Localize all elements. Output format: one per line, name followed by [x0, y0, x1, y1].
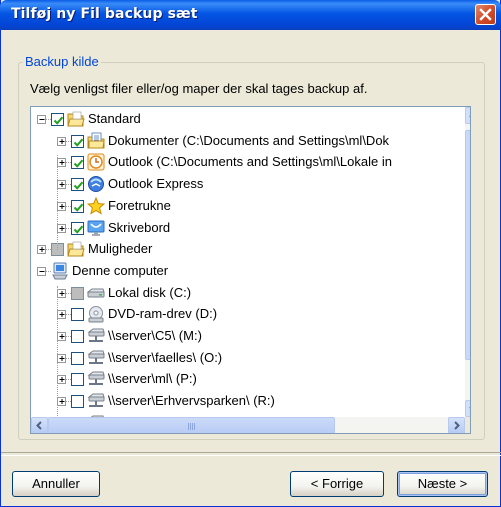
tree-node-label[interactable]: Foretrukne [108, 198, 171, 213]
scroll-corner [465, 417, 470, 433]
tree-node[interactable]: Dokumenter (C:\Documents and Settings\ml… [31, 131, 470, 151]
tree-connector [57, 286, 59, 424]
node-checkbox[interactable] [71, 156, 84, 169]
node-checkbox[interactable] [71, 222, 84, 235]
tree-node[interactable]: Muligheder [31, 239, 470, 259]
window-title: Tilføj ny Fil backup sæt [11, 6, 198, 22]
chevron-left-icon [36, 421, 42, 430]
tree-node-label[interactable]: Standard [88, 111, 141, 126]
tree-node-label[interactable]: \\server\Erhvervsparken\ (R:) [108, 393, 275, 408]
scroll-left-button[interactable] [31, 417, 48, 433]
tree-node[interactable]: Foretrukne [31, 196, 470, 216]
tree-node[interactable]: \\server\Erhvervsparken\ (R:) [31, 391, 470, 411]
back-button[interactable]: < Forrige [290, 471, 384, 497]
tree-node-label[interactable]: DVD-ram-drev (D:) [108, 306, 217, 321]
node-checkbox[interactable] [71, 287, 84, 300]
tree-node-label[interactable]: Lokal disk (C:) [108, 285, 191, 300]
vertical-scrollbar[interactable] [465, 107, 470, 417]
dvd-icon [87, 305, 105, 323]
title-bar[interactable]: Tilføj ny Fil backup sæt [0, 0, 501, 30]
tree-node[interactable]: Outlook (C:\Documents and Settings\ml\Lo… [31, 152, 470, 172]
tree-node-label[interactable]: Muligheder [88, 241, 152, 256]
outlook-express-icon [87, 175, 105, 193]
tree-node-label[interactable]: Denne computer [72, 263, 168, 278]
tree-node[interactable]: Denne computer [31, 261, 470, 281]
scroll-up-button[interactable] [465, 107, 470, 124]
node-checkbox[interactable] [71, 373, 84, 386]
network-drive-icon [87, 349, 105, 367]
tree-node[interactable]: \\server\C5\ (M:) [31, 326, 470, 346]
close-icon [479, 8, 492, 21]
chevron-right-icon [454, 421, 460, 430]
tree-node-label[interactable]: Outlook (C:\Documents and Settings\ml\Lo… [108, 154, 392, 169]
node-checkbox[interactable] [71, 200, 84, 213]
tree-node-label[interactable]: \\server\ml\ (P:) [108, 371, 197, 386]
horizontal-scroll-thumb[interactable] [48, 417, 335, 433]
tree-node-label[interactable]: Skrivebord [108, 220, 170, 235]
node-checkbox[interactable] [71, 135, 84, 148]
tree-connector [57, 155, 59, 250]
close-button[interactable] [475, 4, 496, 25]
desktop-icon [87, 219, 105, 237]
network-drive-icon [87, 370, 105, 388]
tree-node[interactable]: Skrivebord [31, 218, 470, 238]
documents-icon [87, 132, 105, 150]
folder-open-icon [67, 240, 85, 258]
network-drive-icon [87, 392, 105, 410]
expand-toggle[interactable] [57, 137, 66, 146]
tree-node[interactable]: DVD-ram-drev (D:) [31, 304, 470, 324]
group-legend: Backup kilde [23, 54, 101, 69]
chevron-down-icon [469, 407, 470, 409]
outlook-clock-icon [87, 153, 105, 171]
drive-icon [86, 284, 105, 302]
tree-node-label[interactable]: \\server\faelles\ (O:) [108, 350, 222, 365]
tree-node-label[interactable]: Dokumenter (C:\Documents and Settings\ml… [108, 133, 389, 148]
tree-node[interactable]: \\server\ml\ (P:) [31, 369, 470, 389]
folder-open-icon [67, 110, 85, 128]
next-button[interactable]: Næste > [397, 471, 488, 497]
vertical-scroll-thumb[interactable] [465, 130, 470, 360]
scroll-down-button[interactable] [465, 400, 470, 417]
chevron-up-icon [469, 115, 470, 117]
node-checkbox[interactable] [71, 352, 84, 365]
tree-node[interactable]: Outlook Express [31, 174, 470, 194]
collapse-toggle[interactable] [37, 267, 46, 276]
collapse-toggle[interactable] [37, 115, 46, 124]
node-checkbox[interactable] [51, 113, 64, 126]
tree-node-label[interactable]: \\server\C5\ (M:) [108, 328, 202, 343]
cancel-button[interactable]: Annuller [12, 471, 100, 497]
tree-node[interactable]: Standard [31, 109, 470, 129]
node-checkbox[interactable] [71, 178, 84, 191]
network-drive-icon [87, 327, 105, 345]
button-separator [1, 452, 501, 456]
dialog-window: Tilføj ny Fil backup sæt Backup kilde Væ… [0, 0, 501, 507]
node-checkbox[interactable] [71, 395, 84, 408]
scroll-right-button[interactable] [448, 417, 465, 433]
tree-node[interactable]: \\server\faelles\ (O:) [31, 348, 470, 368]
expand-toggle[interactable] [37, 245, 46, 254]
node-checkbox[interactable] [71, 330, 84, 343]
tree-node[interactable]: Lokal disk (C:) [31, 283, 470, 303]
star-icon [86, 196, 106, 215]
file-tree[interactable]: Standard Dokumenter (C:\Documents and Set… [30, 106, 471, 434]
horizontal-scrollbar[interactable] [31, 417, 465, 433]
computer-icon [51, 262, 69, 280]
tree-node-label[interactable]: Outlook Express [108, 176, 203, 191]
instruction-text: Vælg venligst filer eller/og maper der s… [30, 81, 368, 96]
node-checkbox[interactable] [71, 308, 84, 321]
